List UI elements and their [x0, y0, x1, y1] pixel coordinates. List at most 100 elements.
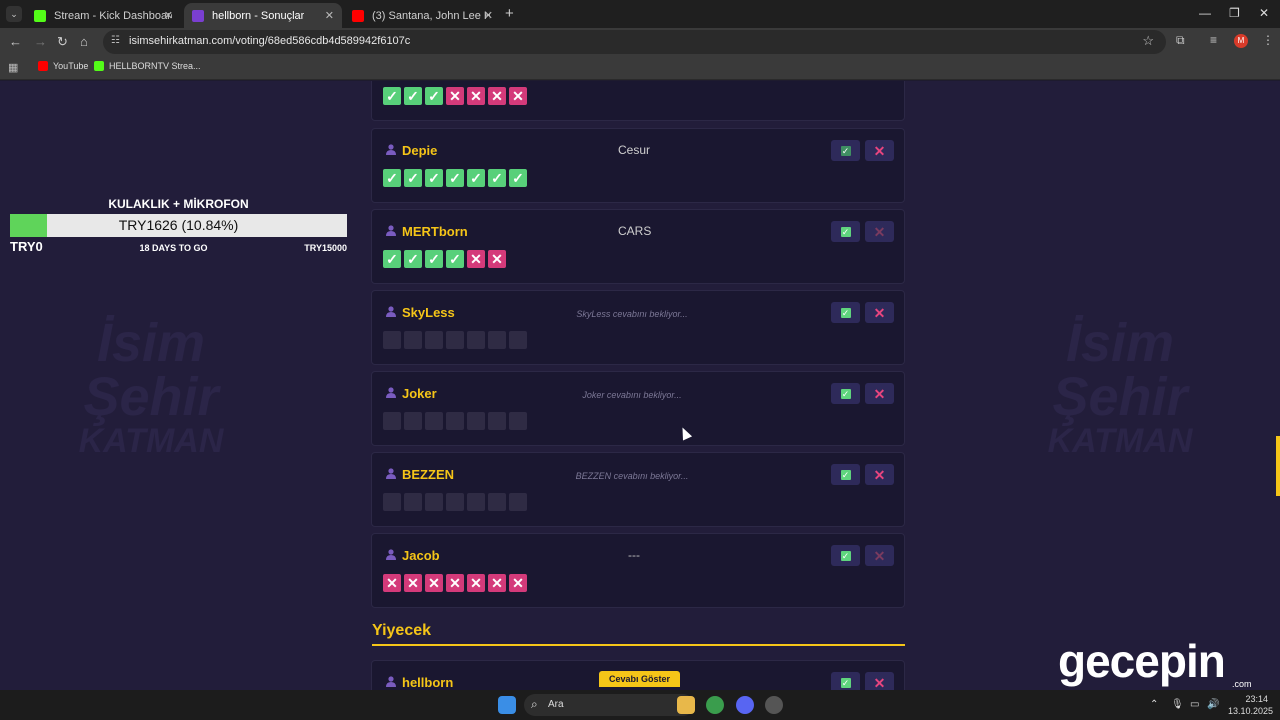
empty-cell	[488, 493, 506, 511]
empty-cell	[467, 331, 485, 349]
approve-button[interactable]: ✓	[831, 221, 860, 242]
player-answer: BEZZEN cevabını bekliyor...	[575, 471, 689, 481]
reject-button[interactable]: ✕	[865, 672, 894, 690]
voting-page: İsim Şehir KATMAN İsim Şehir KATMAN KULA…	[0, 81, 1280, 690]
close-tab-icon[interactable]: ✕	[484, 9, 493, 22]
tab-youtube-santana[interactable]: (3) Santana, John Lee Hooker a ✕	[344, 3, 501, 28]
wrong-cell: ✕	[425, 574, 443, 592]
back-icon[interactable]: ←	[9, 34, 22, 49]
chrome-icon[interactable]	[706, 696, 724, 714]
cross-icon: ✕	[873, 385, 886, 402]
background-logo-right: İsim Şehir KATMAN	[1047, 313, 1193, 460]
home-icon[interactable]: ⌂	[80, 34, 88, 49]
search-icon: ⌕	[531, 697, 538, 711]
empty-cell	[488, 331, 506, 349]
windows-taskbar: ⌕ Ara ⌃ 🎙 ▭ 🔊 23:14 13.10.2025	[0, 690, 1280, 720]
wrong-cell: ✕	[467, 574, 485, 592]
check-icon: ✓	[840, 677, 851, 688]
tab-hellborn-results[interactable]: hellborn - Sonuçlar ✕	[184, 3, 342, 28]
approve-button[interactable]: ✓	[831, 383, 860, 404]
taskbar-clock[interactable]: 23:14 13.10.2025	[1228, 693, 1273, 717]
correct-cell: ✓	[404, 169, 422, 187]
network-icon[interactable]: ▭	[1190, 699, 1199, 710]
site-info-icon[interactable]: ☷	[111, 35, 120, 46]
empty-cell	[467, 493, 485, 511]
correct-cell: ✓	[467, 169, 485, 187]
user-icon	[386, 225, 396, 236]
start-icon[interactable]	[498, 696, 516, 714]
player-name: Depie	[402, 143, 438, 158]
discord-icon[interactable]	[736, 696, 754, 714]
restore-icon[interactable]: ❐	[1229, 6, 1240, 20]
minimize-icon[interactable]: —	[1199, 6, 1211, 20]
app-icon[interactable]	[765, 696, 783, 714]
reject-button[interactable]: ✕	[865, 140, 894, 161]
correct-cell: ✓	[446, 169, 464, 187]
empty-cell	[509, 331, 527, 349]
answer-cells: ✕ ✕ ✕ ✕ ✕ ✕ ✕	[383, 574, 527, 592]
background-logo-left: İsim Şehir KATMAN	[78, 313, 224, 460]
scrollbar-thumb[interactable]	[1276, 436, 1280, 496]
approve-button[interactable]: ✓	[831, 140, 860, 161]
reject-button[interactable]: ✕	[865, 545, 894, 566]
player-name: SkyLess	[402, 305, 455, 320]
url-text: isimsehirkatman.com/voting/68ed586cdb4d5…	[129, 35, 411, 47]
file-explorer-icon[interactable]	[677, 696, 695, 714]
close-tab-icon[interactable]: ✕	[164, 9, 173, 22]
menu-icon[interactable]: ⋮	[1262, 33, 1274, 47]
approve-button[interactable]: ✓	[831, 302, 860, 323]
category-header: Yiyecek	[372, 622, 905, 646]
close-window-icon[interactable]: ✕	[1259, 6, 1269, 20]
correct-cell: ✓	[425, 87, 443, 105]
bookmark-youtube[interactable]: YouTube	[38, 61, 88, 71]
wrong-cell: ✕	[509, 87, 527, 105]
tray-chevron-icon[interactable]: ⌃	[1150, 699, 1158, 710]
close-tab-icon[interactable]: ✕	[325, 9, 334, 22]
empty-cell	[425, 412, 443, 430]
gecepin-watermark-domain: .com	[1232, 679, 1252, 689]
wrong-cell: ✕	[488, 574, 506, 592]
approve-button[interactable]: ✓	[831, 672, 860, 690]
correct-cell: ✓	[425, 250, 443, 268]
volume-icon[interactable]: 🔊	[1207, 699, 1219, 710]
reload-icon[interactable]: ↻	[57, 34, 68, 50]
approve-button[interactable]: ✓	[831, 464, 860, 485]
reject-button[interactable]: ✕	[865, 302, 894, 323]
empty-cell	[446, 412, 464, 430]
media-icon[interactable]: ≡	[1210, 33, 1217, 47]
user-icon	[386, 144, 396, 155]
wrong-cell: ✕	[467, 250, 485, 268]
reject-button[interactable]: ✕	[865, 464, 894, 485]
correct-cell: ✓	[383, 169, 401, 187]
wrong-cell: ✕	[509, 574, 527, 592]
player-card-jacob: Jacob --- ✕ ✕ ✕ ✕ ✕ ✕ ✕ ✓ ✕	[371, 533, 905, 608]
show-answer-button[interactable]: Cevabı Göster	[599, 671, 681, 687]
new-tab-button[interactable]: +	[505, 5, 514, 22]
wrong-cell: ✕	[446, 87, 464, 105]
forward-icon[interactable]: →	[34, 34, 47, 49]
address-bar[interactable]: ☷ isimsehirkatman.com/voting/68ed586cdb4…	[103, 30, 1166, 54]
microphone-icon[interactable]: 🎙	[1171, 699, 1184, 710]
tab-search-dropdown[interactable]: ⌄	[6, 6, 22, 22]
cross-icon: ✕	[873, 304, 886, 321]
extensions-icon[interactable]: ⧉	[1176, 33, 1185, 48]
profile-avatar[interactable]: M	[1234, 34, 1248, 48]
check-icon: ✓	[840, 550, 851, 561]
player-answer: Cesur	[618, 143, 651, 157]
reject-button[interactable]: ✕	[865, 383, 894, 404]
empty-cell	[404, 493, 422, 511]
youtube-icon	[352, 9, 364, 22]
empty-cell	[425, 331, 443, 349]
taskbar-search[interactable]: ⌕ Ara	[524, 694, 694, 716]
reject-button[interactable]: ✕	[865, 221, 894, 242]
player-answer: CARS	[618, 224, 652, 238]
bookmark-star-icon[interactable]: ☆	[1142, 33, 1154, 49]
correct-cell: ✓	[446, 250, 464, 268]
bookmark-hellborntv[interactable]: HELLBORNTV Strea...	[94, 61, 201, 71]
apps-icon[interactable]: ▦	[8, 61, 18, 74]
tab-kick-dashboard[interactable]: Stream - Kick Dashboard ✕	[26, 3, 181, 28]
answer-cells: ✓ ✓ ✓ ✕ ✕ ✕ ✕	[383, 87, 527, 105]
approve-button[interactable]: ✓	[831, 545, 860, 566]
kick-icon	[94, 61, 104, 71]
bookmarks-bar: ▦ YouTube HELLBORNTV Strea...	[0, 56, 1280, 80]
